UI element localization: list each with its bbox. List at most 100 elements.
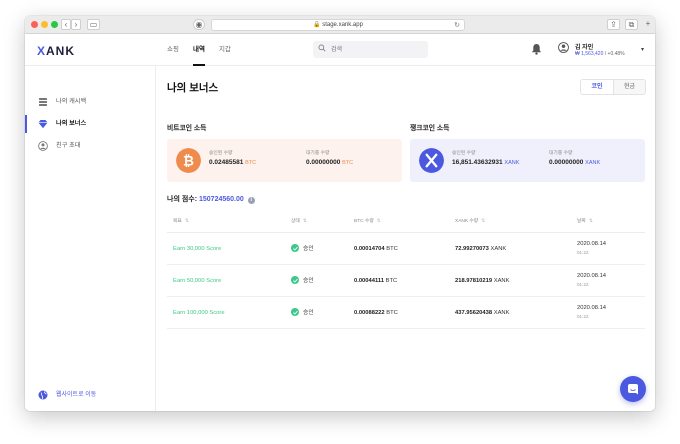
- row-xank: 437.95620438 XANK: [455, 297, 510, 329]
- row-status: 승인: [291, 297, 314, 329]
- header-label: 목표: [173, 219, 182, 224]
- header-date[interactable]: 날짜 ⇅: [577, 211, 593, 233]
- toggle-cash[interactable]: 현금: [613, 80, 645, 94]
- status-label: 승인: [303, 246, 314, 252]
- xank-pending-label: 대기중 수량: [549, 151, 573, 156]
- user-circle-icon: [38, 141, 48, 151]
- sidebar-item-bonus[interactable]: 나의 보너스: [25, 113, 155, 135]
- top-nav: 쇼핑 내역 지갑: [167, 34, 245, 66]
- go-to-website-link[interactable]: 웹사이트로 이동: [38, 389, 96, 401]
- sort-icon: ⇅: [376, 219, 381, 224]
- header-goal[interactable]: 목표 ⇅: [173, 211, 189, 233]
- lock-icon: 🔒: [313, 22, 321, 28]
- tabs-icon[interactable]: ⧉: [625, 19, 638, 30]
- page-title: 나의 보너스: [167, 82, 219, 94]
- header-status[interactable]: 상태 ⇅: [291, 211, 307, 233]
- logo[interactable]: XANK: [37, 44, 75, 58]
- check-icon: [291, 308, 299, 316]
- stack-icon: [39, 98, 47, 106]
- xank-unit: XANK: [493, 310, 510, 316]
- browser-window: ‹ › ▭ ◉ 🔒 stage.xank.app ↻ ⇪ ⧉ + XANK 쇼핑…: [25, 16, 655, 411]
- search-icon: [318, 44, 326, 52]
- xank-income-card: 승인된 수량 16,851.43632931 XANK 대기중 수량 0.000…: [410, 139, 645, 182]
- search-input[interactable]: [331, 41, 423, 58]
- btc-unit: BTC: [342, 160, 354, 166]
- table-row[interactable]: Earn 100,000 Score 승인 0.00088222 BTC 437…: [167, 297, 645, 329]
- toggle-coin[interactable]: 코인: [581, 80, 613, 94]
- btc-approved-amount: 0.02485581: [209, 159, 244, 166]
- forward-icon[interactable]: ›: [71, 19, 81, 30]
- new-tab-icon[interactable]: +: [643, 19, 653, 30]
- row-xank: 72.99270073 XANK: [455, 233, 506, 265]
- btc-pending-label: 대기중 수량: [306, 151, 330, 156]
- sort-icon: ⇅: [481, 219, 486, 224]
- row-goal: Earn 100,000 Score: [173, 310, 225, 316]
- sidebar-item-label: 나의 캐시백: [56, 98, 87, 105]
- my-score: 나의 점수: 150724560.00 i: [167, 194, 255, 204]
- go-to-website-label: 웹사이트로 이동: [56, 392, 97, 398]
- xank-unit: XANK: [585, 160, 601, 166]
- address-bar[interactable]: 🔒 stage.xank.app ↻: [211, 19, 465, 31]
- minimize-window-button[interactable]: [41, 21, 48, 28]
- sidebar-item-cashback[interactable]: 나의 캐시백: [25, 91, 155, 113]
- sidebar-item-label: 친구 초대: [56, 142, 81, 149]
- table-row[interactable]: Earn 50,000 Score 승인 0.00044111 BTC 218.…: [167, 265, 645, 297]
- bitcoin-icon: ₿: [176, 148, 201, 173]
- xank-section-title: 쟁크코인 소득: [410, 125, 450, 132]
- back-icon[interactable]: ‹: [61, 19, 71, 30]
- table-header: 목표 ⇅ 상태 ⇅ BTC 수량 ⇅ XANK 수량 ⇅ 날짜 ⇅: [167, 211, 645, 233]
- xank-unit: XANK: [490, 246, 507, 252]
- header-label: 날짜: [577, 219, 586, 224]
- xank-amount: 437.95620438: [455, 310, 493, 316]
- maximize-window-button[interactable]: [51, 21, 58, 28]
- btc-unit: BTC: [385, 278, 398, 284]
- nav-history[interactable]: 내역: [192, 34, 205, 66]
- date-value: 2020.08.14: [577, 305, 607, 311]
- share-icon[interactable]: ⇪: [607, 19, 620, 30]
- score-value: 150724560.00: [199, 196, 244, 203]
- row-btc: 0.00044111 BTC: [354, 265, 397, 297]
- xank-pending-value: 0.00000000 XANK: [549, 159, 600, 166]
- xank-approved-value: 16,851.43632931 XANK: [452, 159, 519, 166]
- xank-unit: XANK: [504, 160, 520, 166]
- xank-unit: XANK: [493, 278, 510, 284]
- xank-pending-amount: 0.00000000: [549, 159, 584, 166]
- globe-icon: [38, 390, 48, 400]
- header-xank[interactable]: XANK 수량 ⇅: [455, 211, 485, 233]
- btc-pending-value: 0.00000000 BTC: [306, 159, 353, 166]
- nav-shopping[interactable]: 쇼핑: [167, 34, 179, 66]
- info-icon[interactable]: i: [247, 197, 255, 204]
- close-window-button[interactable]: [31, 21, 38, 28]
- user-balance: ₩ 1,563,420 / +0.48%: [575, 51, 625, 57]
- btc-unit: BTC: [386, 246, 398, 252]
- app-header: XANK 쇼핑 내역 지갑 김 자인 ₩ 1,563,420 / +0.48% …: [25, 34, 655, 66]
- sidebar-toggle-icon[interactable]: ▭: [87, 19, 100, 30]
- xank-amount: 218.97810219: [455, 278, 493, 284]
- xank-coin-icon: [419, 148, 444, 173]
- svg-text:₿: ₿: [183, 154, 194, 169]
- chat-button[interactable]: [620, 376, 646, 402]
- status-label: 승인: [303, 278, 314, 284]
- bell-icon[interactable]: [531, 43, 542, 55]
- chat-icon: [628, 384, 638, 395]
- table-row[interactable]: Earn 30,000 Score 승인 0.00014704 BTC 72.9…: [167, 233, 645, 265]
- btc-amount: 0.00088222: [354, 310, 385, 316]
- sidebar-item-invite[interactable]: 친구 초대: [25, 135, 155, 157]
- row-date: 2020.08.14 01:22: [577, 240, 606, 257]
- btc-section-title: 비트코인 소득: [167, 125, 207, 132]
- avatar[interactable]: [558, 42, 569, 53]
- header-btc[interactable]: BTC 수량 ⇅: [354, 211, 381, 233]
- sort-icon: ⇅: [302, 219, 307, 224]
- sort-icon: ⇅: [588, 219, 593, 224]
- chevron-down-icon[interactable]: ▾: [641, 46, 644, 53]
- xank-amount: 72.99270073: [455, 246, 489, 252]
- main-content: 나의 보너스 코인 현금 비트코인 소득 쟁크코인 소득 ₿ 승인된 수량 0.…: [156, 66, 655, 411]
- reload-icon[interactable]: ↻: [454, 20, 460, 31]
- nav-wallet[interactable]: 지갑: [219, 34, 231, 66]
- row-btc: 0.00014704 BTC: [354, 233, 398, 265]
- check-icon: [291, 244, 299, 252]
- user-name[interactable]: 김 자인: [575, 42, 593, 51]
- privacy-icon[interactable]: ◉: [193, 19, 205, 30]
- btc-amount: 0.00014704: [354, 246, 385, 252]
- header-label: XANK 수량: [455, 219, 479, 224]
